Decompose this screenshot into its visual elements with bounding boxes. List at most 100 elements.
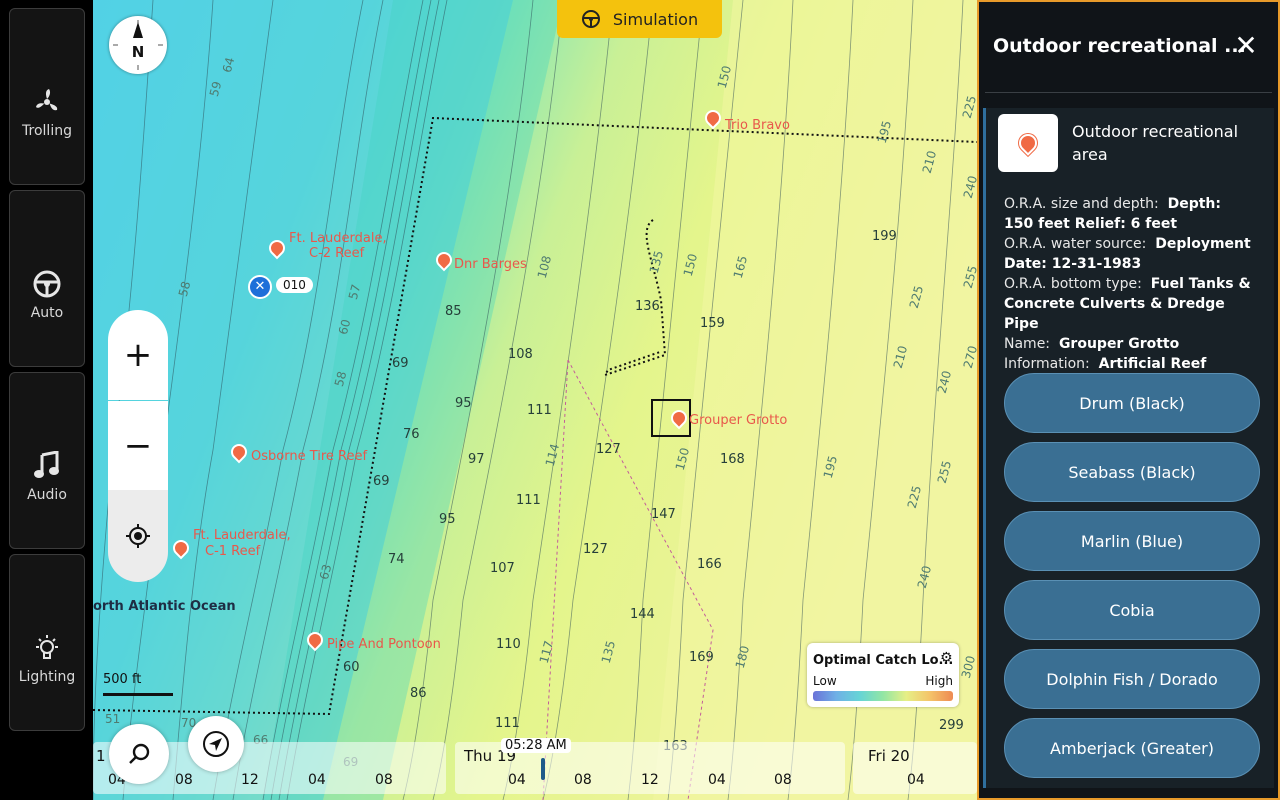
sidebar-item-label: Trolling xyxy=(22,123,72,139)
attribute-key: O.R.A. water source: xyxy=(1004,236,1147,252)
close-button[interactable]: ✕ xyxy=(1232,32,1260,60)
navigation-button[interactable] xyxy=(188,716,244,772)
legend-title: Optimal Catch Lo... xyxy=(813,653,954,668)
map-pin-icon xyxy=(432,248,456,272)
propeller-icon xyxy=(10,85,84,119)
lighting-button[interactable]: Lighting xyxy=(9,554,85,731)
optimal-catch-legend[interactable]: Optimal Catch Lo... ⚙ Low High xyxy=(807,643,959,707)
poi-label: Pipe And Pontoon xyxy=(327,637,441,652)
map-pin-icon xyxy=(169,536,193,560)
poi-attributes: O.R.A. size and depth: Depth: 150 feet R… xyxy=(1004,194,1254,374)
zoom-controls: + − xyxy=(108,310,168,582)
poi-marker-pipe-and-pontoon[interactable]: Pipe And Pontoon xyxy=(303,628,441,652)
poi-label: Osborne Tire Reef xyxy=(251,449,368,464)
attribute-row: Information: Artificial Reef xyxy=(1004,354,1254,374)
timeline-tick: 04 xyxy=(907,772,925,788)
map-pin-icon xyxy=(701,106,725,130)
timeline-tick: 04 xyxy=(308,772,326,788)
fish-species-button[interactable]: Dolphin Fish / Dorado xyxy=(1004,649,1260,709)
map-pin-icon xyxy=(265,236,289,260)
search-button[interactable] xyxy=(109,724,169,784)
map-pin-icon xyxy=(227,440,251,464)
map-pin-icon xyxy=(1015,130,1041,156)
panel-title: Outdoor recreational ... xyxy=(993,35,1246,57)
timeline-tick: 04 xyxy=(508,772,526,788)
timeline-tick: 08 xyxy=(175,772,193,788)
attribute-row: O.R.A. water source: Deployment Date: 12… xyxy=(1004,234,1254,274)
attribute-row: O.R.A. bottom type: Fuel Tanks & Concret… xyxy=(1004,274,1254,334)
plus-icon: + xyxy=(123,335,153,375)
left-sidebar: Trolling Auto Audio Lighting xyxy=(0,0,93,800)
legend-low-label: Low xyxy=(813,674,837,688)
light-bulb-icon xyxy=(10,631,84,665)
steering-wheel-icon xyxy=(10,267,84,301)
sidebar-item-label: Audio xyxy=(27,487,67,503)
zoom-in-button[interactable]: + xyxy=(108,310,168,400)
compass-north-label: N xyxy=(131,43,145,61)
steering-wheel-icon xyxy=(581,9,601,29)
poi-label: Ft. Lauderdale, xyxy=(193,528,291,543)
navigation-arrow-icon xyxy=(203,731,229,757)
poi-label: Dnr Barges xyxy=(454,257,527,272)
music-note-icon xyxy=(10,449,84,483)
trolling-button[interactable]: Trolling xyxy=(9,8,85,185)
legend-high-label: High xyxy=(925,674,953,688)
timeline-tick: 08 xyxy=(375,772,393,788)
timeline-current-marker[interactable] xyxy=(541,758,545,780)
fish-species-button[interactable]: Seabass (Black) xyxy=(1004,442,1260,502)
fish-species-button[interactable]: Cobia xyxy=(1004,580,1260,640)
divider xyxy=(985,92,1272,93)
poi-marker-dnr-barges[interactable]: Dnr Barges xyxy=(432,248,527,272)
audio-button[interactable]: Audio xyxy=(9,372,85,549)
attribute-key: O.R.A. bottom type: xyxy=(1004,276,1142,292)
fish-species-button[interactable]: Marlin (Blue) xyxy=(1004,511,1260,571)
waypoint-label: 010 xyxy=(276,277,313,293)
map-pin-icon xyxy=(303,628,327,652)
poi-marker-trio-bravo[interactable]: Trio Bravo xyxy=(701,106,790,133)
poi-marker-osborne-tire-reef[interactable]: Osborne Tire Reef xyxy=(227,440,367,464)
poi-marker-c2-reef[interactable]: Ft. Lauderdale, C-2 Reef xyxy=(265,231,387,261)
timeline-day-label: 1 xyxy=(96,747,106,765)
attribute-value: Grouper Grotto xyxy=(1058,336,1180,352)
attribute-key: Information: xyxy=(1004,356,1090,372)
poi-type-icon xyxy=(998,114,1058,172)
timeline-tick: 04 xyxy=(708,772,726,788)
timeline-tick: 12 xyxy=(241,772,259,788)
timeline-day-label: Fri 20 xyxy=(868,747,910,765)
attribute-key: Name: xyxy=(1004,336,1051,352)
poi-label: Ft. Lauderdale, xyxy=(289,231,387,246)
compass-button[interactable]: N xyxy=(109,16,167,74)
zoom-out-button[interactable]: − xyxy=(108,401,168,490)
legend-gradient xyxy=(813,691,953,701)
ocean-label: orth Atlantic Ocean xyxy=(93,599,236,614)
simulation-badge[interactable]: Simulation xyxy=(557,0,722,38)
fish-species-button[interactable]: Amberjack (Greater) xyxy=(1004,718,1260,778)
poi-detail-panel: Outdoor recreational ... ✕ Outdoor recre… xyxy=(977,0,1280,800)
search-icon xyxy=(129,743,150,764)
attribute-row: Name: Grouper Grotto xyxy=(1004,334,1254,354)
fish-species-button[interactable]: Drum (Black) xyxy=(1004,373,1260,433)
poi-label: C-1 Reef xyxy=(205,544,261,559)
center-on-vessel-button[interactable] xyxy=(108,490,168,582)
close-icon: ✕ xyxy=(1234,29,1258,62)
timeline-tick: 08 xyxy=(774,772,792,788)
simulation-label: Simulation xyxy=(612,9,699,29)
poi-label: C-2 Reef xyxy=(309,246,365,261)
gear-icon[interactable]: ⚙ xyxy=(940,650,953,666)
timeline-current-time: 05:28 AM xyxy=(501,738,571,753)
attribute-value: Artificial Reef xyxy=(1098,356,1207,372)
sidebar-item-label: Lighting xyxy=(18,669,76,685)
auto-button[interactable]: Auto xyxy=(9,190,85,367)
poi-marker-c1-reef[interactable]: Ft. Lauderdale, C-1 Reef xyxy=(169,528,291,560)
scale-label: 500 ft xyxy=(103,672,142,687)
attribute-row: O.R.A. size and depth: Depth: 150 feet R… xyxy=(1004,194,1254,234)
minus-icon: − xyxy=(123,425,153,466)
scale-bar xyxy=(103,693,173,696)
waypoint-x-icon: ✕ xyxy=(248,275,272,299)
attribute-key: O.R.A. size and depth: xyxy=(1004,196,1159,212)
timeline-tick: 08 xyxy=(574,772,592,788)
poi-label: Grouper Grotto xyxy=(689,413,788,428)
chart-map[interactable]: 199 85 136 159 108 69 111 95 76 127 168 … xyxy=(93,0,977,800)
poi-type-label: Outdoor recreational area xyxy=(1072,122,1239,164)
sidebar-item-label: Auto xyxy=(30,305,64,321)
